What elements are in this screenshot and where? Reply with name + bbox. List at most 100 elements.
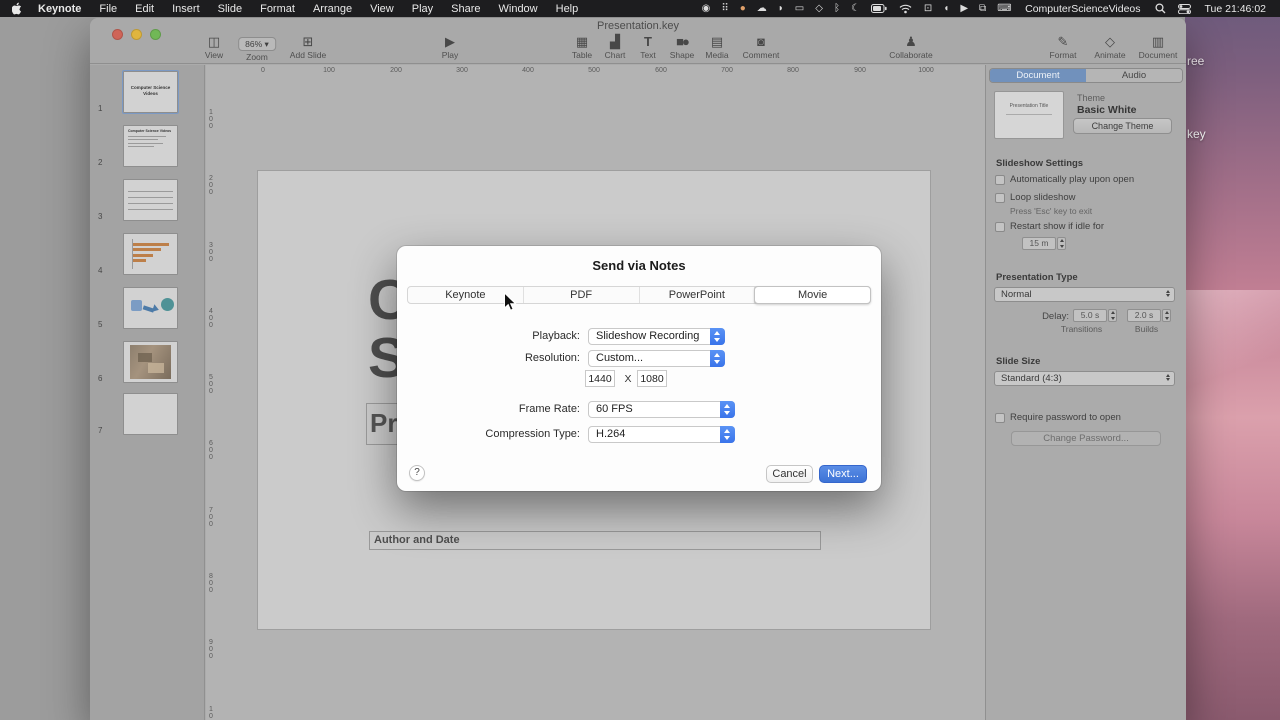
toolbar-add-slide[interactable]: ⊞ Add Slide	[290, 34, 326, 60]
loop-checkbox-row[interactable]: Loop slideshow	[995, 192, 1076, 203]
play-circle-icon[interactable]: ▶	[955, 0, 974, 17]
frame-rate-select[interactable]: 60 FPS	[588, 401, 735, 418]
toolbar-chart[interactable]: ▟ Chart	[605, 34, 626, 60]
resolution-width-input[interactable]	[585, 370, 615, 387]
toolbar-document[interactable]: ▥ Document	[1139, 34, 1178, 60]
presentation-type-select[interactable]: Normal	[994, 287, 1175, 302]
toolbar-format[interactable]: ✎ Format	[1050, 34, 1077, 60]
slide-row-7[interactable]: 7	[90, 393, 205, 437]
close-button[interactable]	[112, 29, 123, 40]
tab-powerpoint[interactable]: PowerPoint	[640, 287, 756, 303]
menu-insert[interactable]: Insert	[163, 3, 209, 15]
stepper-down-icon[interactable]	[1109, 316, 1116, 322]
tab-document[interactable]: Document	[990, 69, 1086, 82]
toolbar-media[interactable]: ▤ Media	[705, 34, 728, 60]
toolbar-play[interactable]: ▶ Play	[442, 34, 459, 60]
tab-audio[interactable]: Audio	[1086, 69, 1182, 82]
display-icon[interactable]: ▭	[789, 0, 809, 17]
slide-row-4[interactable]: 4	[90, 233, 205, 277]
change-theme-button[interactable]: Change Theme	[1073, 118, 1172, 134]
menu-clock[interactable]: Tue 21:46:02	[1197, 3, 1271, 15]
menu-help[interactable]: Help	[547, 3, 588, 15]
control-center-icon[interactable]	[1172, 3, 1197, 14]
menu-share[interactable]: Share	[442, 3, 489, 15]
compression-type-select[interactable]: H.264	[588, 426, 735, 443]
toolbar-shape[interactable]: ■● Shape	[670, 34, 695, 60]
wifi-icon[interactable]	[893, 4, 918, 14]
toolbar-collaborate[interactable]: ♟ Collaborate	[889, 34, 932, 60]
toolbar-zoom[interactable]: 86% ▾ Zoom	[238, 34, 276, 62]
menu-slide[interactable]: Slide	[209, 3, 251, 15]
menu-arrange[interactable]: Arrange	[304, 3, 361, 15]
builds-delay-value[interactable]: 2.0 s	[1127, 309, 1161, 322]
search-icon[interactable]	[1149, 3, 1172, 14]
stepper-buttons[interactable]	[1057, 237, 1066, 250]
zoom-window-button[interactable]	[150, 29, 161, 40]
slide-thumbnail-1[interactable]: Computer Science Videos	[122, 70, 179, 114]
slide-thumbnail-5[interactable]	[123, 287, 178, 329]
menu-format[interactable]: Format	[251, 3, 304, 15]
apple-menu[interactable]	[10, 2, 29, 15]
app-badge-icon[interactable]: ●	[734, 0, 751, 17]
toolbar-animate[interactable]: ◇ Animate	[1094, 34, 1125, 60]
password-checkbox-row[interactable]: Require password to open	[995, 412, 1121, 423]
menu-file[interactable]: File	[90, 3, 126, 15]
moon-icon[interactable]: ☾	[845, 0, 865, 17]
toolbar-text[interactable]: T Text	[640, 34, 656, 60]
menu-play[interactable]: Play	[403, 3, 442, 15]
menu-window[interactable]: Window	[490, 3, 547, 15]
slide-thumbnail-6[interactable]	[123, 341, 178, 383]
tab-pdf[interactable]: PDF	[524, 287, 640, 303]
menu-app-name[interactable]: Keynote	[29, 3, 90, 15]
battery-icon[interactable]	[865, 4, 893, 13]
slide-row-3[interactable]: 3	[90, 179, 205, 223]
zoom-select[interactable]: 86% ▾	[238, 37, 276, 51]
checkbox[interactable]	[995, 221, 1005, 232]
slide-thumbnail-7[interactable]	[123, 393, 178, 435]
resolution-select[interactable]: Custom...	[588, 350, 725, 367]
next-button[interactable]: Next...	[819, 465, 867, 483]
bluetooth-icon[interactable]: ᛒ	[828, 0, 845, 17]
idle-time-value[interactable]: 15 m	[1022, 237, 1056, 250]
keyboard-icon[interactable]: ⌨	[992, 0, 1017, 17]
tab-movie[interactable]: Movie	[754, 286, 871, 304]
builds-delay-stepper[interactable]: 2.0 s	[1127, 309, 1171, 322]
screen-record-icon[interactable]: ◉	[696, 0, 716, 17]
stepper-buttons[interactable]	[1162, 309, 1171, 322]
shape-icon[interactable]: ◗	[772, 0, 789, 17]
change-password-button[interactable]: Change Password...	[1011, 431, 1161, 446]
slide-thumbnail-3[interactable]	[123, 179, 178, 221]
restart-checkbox-row[interactable]: Restart show if idle for	[995, 221, 1104, 232]
stepper-down-icon[interactable]	[1058, 244, 1065, 250]
idle-time-stepper[interactable]: 15 m	[1022, 237, 1066, 250]
airplay-icon[interactable]: ⊡	[918, 0, 937, 17]
checkbox[interactable]	[995, 412, 1005, 423]
playback-select[interactable]: Slideshow Recording	[588, 328, 725, 345]
menu-edit[interactable]: Edit	[126, 3, 163, 15]
help-button[interactable]: ?	[409, 465, 425, 481]
volume-icon[interactable]: ◖	[938, 0, 955, 17]
checkbox[interactable]	[995, 174, 1005, 185]
slide-row-1[interactable]: 1 Computer Science Videos	[90, 70, 205, 115]
slide-thumbnail-4[interactable]	[123, 233, 178, 275]
slide-thumbnail-2[interactable]: Computer Science Videos	[123, 125, 178, 167]
slide-row-5[interactable]: 5	[90, 287, 205, 331]
slide-row-6[interactable]: 6	[90, 341, 205, 385]
account-name[interactable]: ComputerScienceVideos	[1017, 3, 1148, 15]
autoplay-checkbox-row[interactable]: Automatically play upon open	[995, 174, 1134, 185]
copy-icon[interactable]: ⧉	[974, 0, 992, 17]
transitions-delay-value[interactable]: 5.0 s	[1073, 309, 1107, 322]
toolbar-view[interactable]: ◫ View	[205, 34, 223, 60]
minimize-button[interactable]	[131, 29, 142, 40]
author-date-textbox[interactable]: Author and Date	[369, 531, 821, 550]
cloud-icon[interactable]: ☁	[751, 0, 772, 17]
toolbar-table[interactable]: ▦ Table	[572, 34, 592, 60]
stepper-buttons[interactable]	[1108, 309, 1117, 322]
menu-view[interactable]: View	[361, 3, 403, 15]
clip-icon[interactable]: ◇	[810, 0, 829, 17]
slide-row-2[interactable]: 2 Computer Science Videos	[90, 125, 205, 169]
checkbox[interactable]	[995, 192, 1005, 203]
cancel-button[interactable]: Cancel	[766, 465, 813, 483]
stepper-down-icon[interactable]	[1163, 316, 1170, 322]
dots-grid-icon[interactable]: ⠿	[716, 0, 734, 17]
